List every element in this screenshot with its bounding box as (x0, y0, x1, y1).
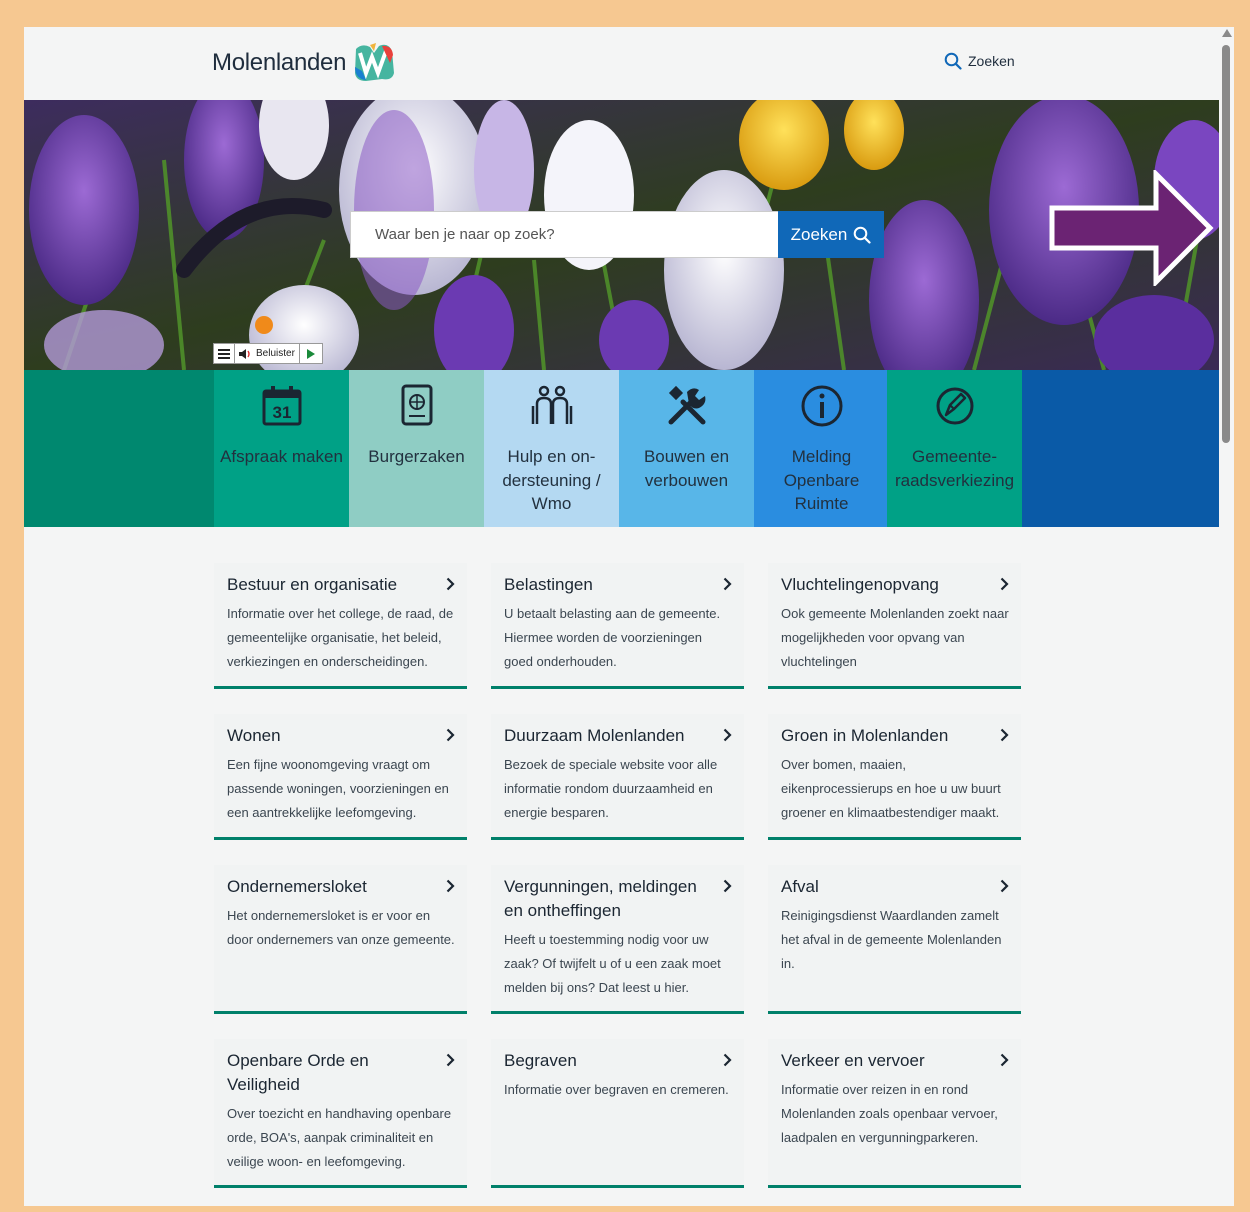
search-icon (944, 52, 962, 70)
vertical-scrollbar[interactable] (1219, 27, 1234, 1206)
scrollbar-thumb[interactable] (1222, 45, 1230, 443)
card-groen-in-molenlanden[interactable]: Groen in Molenlanden Over bomen, maaien,… (768, 714, 1021, 840)
card-description: U betaalt belasting aan de gemeente. Hie… (504, 606, 721, 669)
hero-search-input[interactable] (350, 211, 778, 258)
card-openbare-orde-en-veiligheid[interactable]: Openbare Orde en Veiligheid Over toezich… (214, 1039, 467, 1188)
tile-gemeenteraadsverkiezing[interactable]: Gemeente­raadsverkie­zing (887, 370, 1022, 527)
chevron-right-icon (723, 1053, 732, 1067)
card-title: Belastingen (504, 575, 593, 594)
speaker-icon (239, 348, 250, 359)
readspeaker-listen-button[interactable]: Beluister (235, 344, 300, 363)
card-verkeer-en-vervoer[interactable]: Verkeer en vervoer Informatie over reize… (768, 1039, 1021, 1188)
scroll-up-arrow-icon[interactable] (1222, 29, 1232, 37)
annotation-arrow-icon (1049, 170, 1214, 286)
card-vergunningen-meldingen-ontheffingen[interactable]: Vergunningen, meldingen en ontheffingen … (491, 865, 744, 1014)
chevron-right-icon (723, 879, 732, 893)
card-title: Verkeer en vervoer (781, 1051, 925, 1070)
chevron-right-icon (1000, 577, 1009, 591)
card-description: Het ondernemersloket is er voor en door … (227, 908, 455, 947)
card-ondernemersloket[interactable]: Ondernemersloket Het ondernemersloket is… (214, 865, 467, 1014)
tile-label: Hulp en on­dersteuning / Wmo (502, 447, 601, 513)
tiles-left-filler (24, 370, 214, 527)
hero-search-button-label: Zoeken (790, 224, 848, 244)
card-title: Groen in Molenlanden (781, 726, 949, 745)
card-title: Openbare Orde en Veiligheid (227, 1051, 369, 1094)
chevron-right-icon (723, 728, 732, 742)
chevron-right-icon (446, 577, 455, 591)
tile-melding-openbare-ruimte[interactable]: Melding Openbare Ruimte (754, 370, 889, 527)
card-title: Bestuur en organisatie (227, 575, 398, 594)
search-icon (854, 226, 871, 244)
logo[interactable]: Molenlanden (212, 43, 396, 83)
hero-search-button[interactable]: Zoeken (778, 211, 884, 258)
chevron-right-icon (1000, 1053, 1009, 1067)
card-title: Duurzaam Molenlanden (504, 726, 685, 745)
tile-burgerzaken[interactable]: Burgerzaken (349, 370, 484, 527)
card-description: Informatie over begraven en cremeren. (504, 1082, 729, 1097)
passport-icon (401, 384, 432, 426)
card-bestuur-en-organisatie[interactable]: Bestuur en organisatie Informatie over h… (214, 563, 467, 689)
hero-search-box: Zoeken (350, 211, 884, 258)
header-search-label: Zoeken (968, 53, 1015, 69)
card-title: Wonen (227, 726, 281, 745)
readspeaker-menu-button[interactable] (214, 344, 235, 363)
header-search-link[interactable]: Zoeken (944, 52, 1015, 70)
card-duurzaam-molenlanden[interactable]: Duurzaam Molenlanden Bezoek de speciale … (491, 714, 744, 840)
hero-banner: Zoeken Beluister (24, 100, 1219, 370)
card-title: Vergunningen, meldingen en ontheffingen (504, 877, 697, 920)
card-description: Informatie over het college, de raad, de… (227, 606, 454, 669)
card-description: Informatie over reizen in en rond Molenl… (781, 1082, 998, 1145)
vote-icon (936, 387, 973, 425)
card-title: Vluchtelingenopvang (781, 575, 939, 594)
card-wonen[interactable]: Wonen Een fijne woonomgeving vraagt om p… (214, 714, 467, 840)
card-description: Een fijne woonomgeving vraagt om passend… (227, 757, 449, 820)
readspeaker-widget: Beluister (213, 343, 323, 364)
card-description: Bezoek de speciale website voor alle inf… (504, 757, 718, 820)
tile-bouwen-en-verbouwen[interactable]: Bouwen en verbouwen (619, 370, 754, 527)
play-icon (306, 348, 315, 359)
card-description: Over toezicht en handhaving openbare ord… (227, 1106, 452, 1169)
card-description: Ook gemeente Molenlanden zoekt naar moge… (781, 606, 1009, 669)
card-afval[interactable]: Afval Reinigingsdienst Waardlanden zamel… (768, 865, 1021, 1014)
svg-text:31: 31 (272, 403, 291, 422)
card-belastingen[interactable]: Belastingen U betaalt belasting aan de g… (491, 563, 744, 689)
tile-hulp-en-ondersteuning[interactable]: Hulp en on­dersteuning / Wmo (484, 370, 619, 527)
card-title: Afval (781, 877, 819, 896)
card-title: Ondernemersloket (227, 877, 367, 896)
card-begraven[interactable]: Begraven Informatie over begraven en cre… (491, 1039, 744, 1188)
tile-afspraak-maken[interactable]: 31 Afspraak maken (214, 370, 349, 527)
tile-label: Afspraak maken (220, 447, 343, 466)
tile-label: Bouwen en verbouwen (643, 447, 730, 490)
site-header: Molenlanden Zoeken (24, 27, 1219, 100)
card-title: Begraven (504, 1051, 577, 1070)
card-description: Over bomen, maaien, eikenprocessierups e… (781, 757, 1001, 820)
tools-icon (668, 385, 705, 425)
card-description: Heeft u toestemming nodig voor uw zaak? … (504, 932, 721, 995)
people-icon (531, 385, 572, 424)
chevron-right-icon (1000, 728, 1009, 742)
card-vluchtelingenopvang[interactable]: Vluchtelingenopvang Ook gemeente Molenla… (768, 563, 1021, 689)
chevron-right-icon (1000, 879, 1009, 893)
tiles-right-filler (1022, 370, 1219, 527)
chevron-right-icon (446, 879, 455, 893)
tile-label: Melding Openbare Ruimte (783, 447, 860, 513)
readspeaker-label: Beluister (256, 348, 295, 359)
calendar-icon: 31 (262, 386, 301, 426)
quick-links-bar: 31 Afspraak maken Burgerzaken Hulp en on… (24, 370, 1219, 527)
menu-icon (218, 348, 230, 359)
info-icon (801, 385, 842, 427)
card-description: Reinigingsdienst Waardlanden zamelt het … (781, 908, 1002, 971)
logo-text: Molenlanden (212, 49, 347, 76)
readspeaker-play-button[interactable] (300, 344, 322, 363)
logo-mark-icon (355, 43, 395, 81)
chevron-right-icon (446, 1053, 455, 1067)
chevron-right-icon (446, 728, 455, 742)
tile-label: Burgerzaken (368, 447, 465, 466)
chevron-right-icon (723, 577, 732, 591)
tile-label: Gemeente­raadsverkie­zing (894, 447, 1015, 490)
